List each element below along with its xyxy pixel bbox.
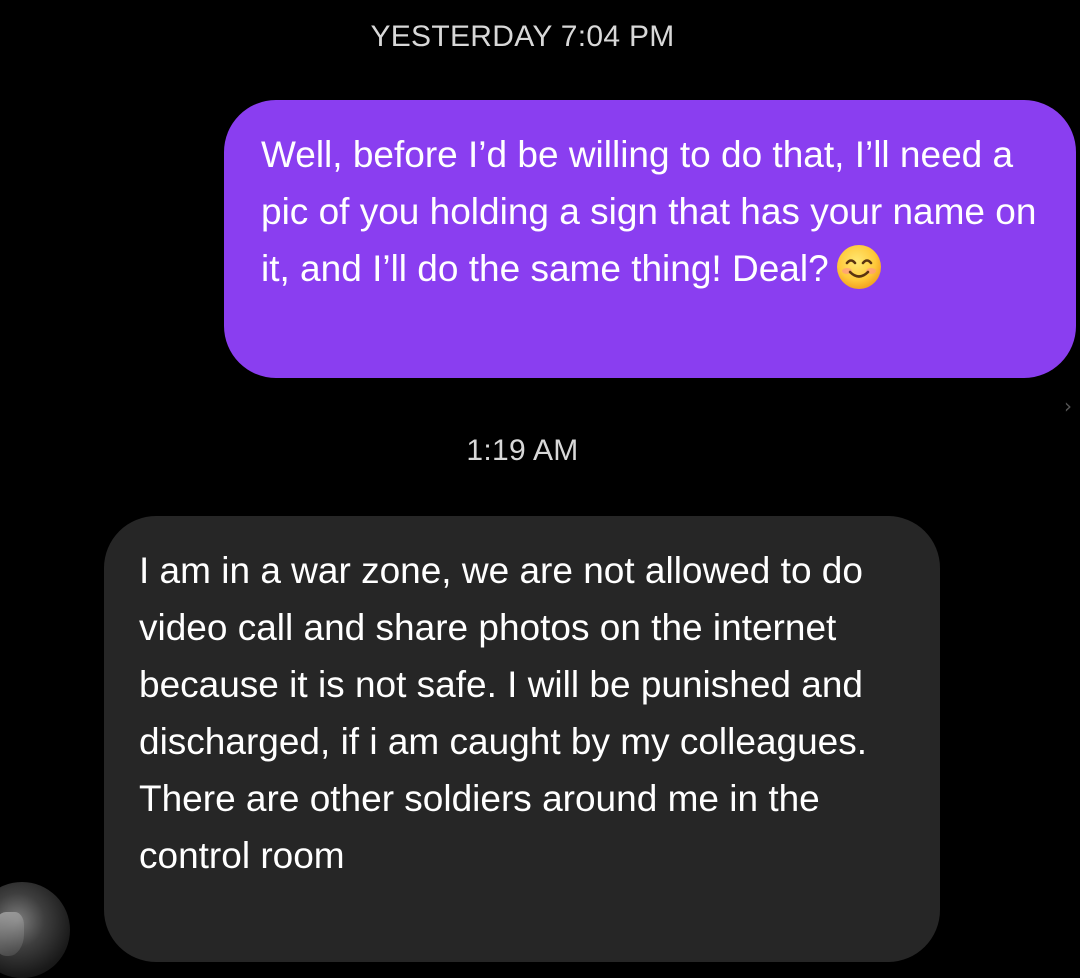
outgoing-message-bubble[interactable]: Well, before I’d be willing to do that, … <box>224 100 1076 378</box>
chevron-right-icon: › <box>1064 394 1072 418</box>
smiling-face-emoji-icon <box>836 245 881 290</box>
outgoing-message-text: Well, before I’d be willing to do that, … <box>261 134 1037 289</box>
timestamp-yesterday: YESTERDAY 7:04 PM <box>370 20 675 53</box>
incoming-message-bubble[interactable]: I am in a war zone, we are not allowed t… <box>104 516 940 962</box>
contact-avatar[interactable] <box>0 882 70 978</box>
incoming-message-text: I am in a war zone, we are not allowed t… <box>139 550 868 876</box>
timestamp-late-night: 1:19 AM <box>466 434 579 467</box>
